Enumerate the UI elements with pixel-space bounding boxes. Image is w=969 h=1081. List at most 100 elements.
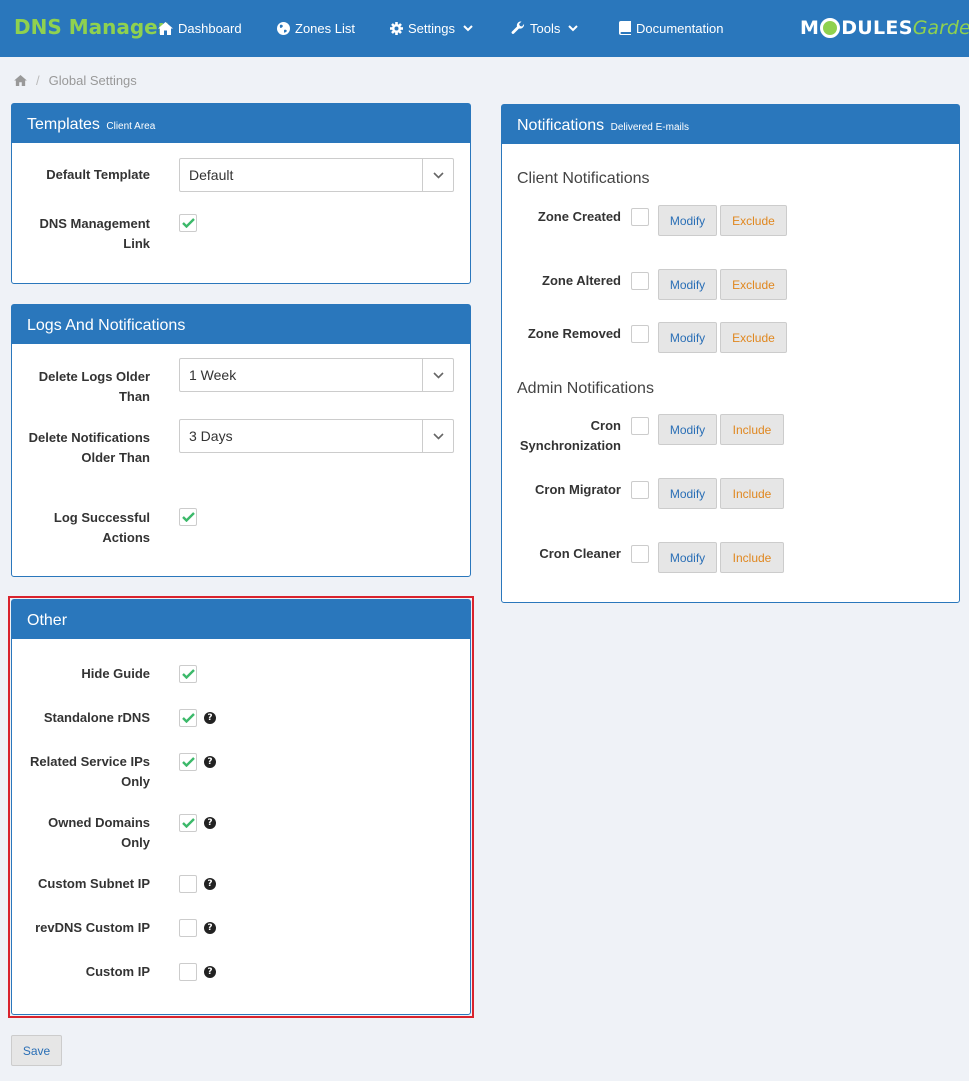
logs-panel-heading: Logs And Notifications xyxy=(12,305,470,344)
dns-management-link-checkbox[interactable] xyxy=(179,214,197,232)
notification-checkbox[interactable] xyxy=(631,545,649,563)
nav-settings-label: Settings xyxy=(408,20,455,36)
question-circle-icon[interactable]: ? xyxy=(204,712,216,724)
chevron-down-icon xyxy=(422,420,453,452)
other-panel: Other Hide Guide Standalone rDNS? Related … xyxy=(11,599,471,1015)
chevron-down-icon xyxy=(568,24,579,31)
notification-checkbox[interactable] xyxy=(631,481,649,499)
nav-settings[interactable]: Settings xyxy=(390,19,473,37)
modulesgarden-logo: MDULESGarden xyxy=(800,17,969,39)
modify-button[interactable]: Modify xyxy=(658,322,717,353)
nav-zones-list[interactable]: Zones List xyxy=(277,19,355,37)
logs-panel: Logs And Notifications Delete Logs Older… xyxy=(11,304,471,577)
other-option-label: revDNS Custom IP xyxy=(35,920,150,935)
include-button[interactable]: Include xyxy=(720,542,784,573)
save-button[interactable]: Save xyxy=(11,1035,62,1066)
exclude-button[interactable]: Exclude xyxy=(720,269,787,300)
breadcrumb-current: Global Settings xyxy=(48,73,137,88)
nav-tools-label: Tools xyxy=(530,20,561,36)
notifications-subtitle: Delivered E-mails xyxy=(610,122,689,133)
nav-zones-label: Zones List xyxy=(295,20,355,36)
other-option-checkbox[interactable] xyxy=(179,665,197,683)
notification-label: Zone Altered xyxy=(542,273,621,288)
other-option-checkbox[interactable] xyxy=(179,875,197,893)
breadcrumb: / Global Settings xyxy=(14,73,137,88)
question-circle-icon[interactable]: ? xyxy=(204,817,216,829)
templates-panel-heading: Templates Client Area xyxy=(12,104,470,143)
chevron-down-icon xyxy=(422,359,453,391)
checkmark-icon xyxy=(182,713,195,723)
chevron-down-icon xyxy=(463,24,473,31)
exclude-button[interactable]: Exclude xyxy=(720,205,787,236)
logs-title: Logs And Notifications xyxy=(27,317,186,334)
question-circle-icon[interactable]: ? xyxy=(204,878,216,890)
modify-button[interactable]: Modify xyxy=(658,205,717,236)
nav-documentation[interactable]: Documentation xyxy=(619,19,723,37)
notification-label: Cron Synchronization xyxy=(519,418,621,453)
home-icon xyxy=(158,21,173,35)
other-title: Other xyxy=(27,612,68,629)
other-option-label: Owned Domains Only xyxy=(48,815,150,850)
checkmark-icon xyxy=(182,512,195,522)
other-panel-heading: Other xyxy=(12,600,470,639)
delete-logs-select[interactable]: 1 Week xyxy=(179,358,454,392)
wrench-icon xyxy=(511,21,525,34)
gear-icon xyxy=(390,21,403,35)
checkmark-icon xyxy=(182,757,195,767)
notification-label: Cron Migrator xyxy=(535,482,621,497)
templates-subtitle: Client Area xyxy=(106,121,156,132)
other-option-checkbox[interactable] xyxy=(179,963,197,981)
home-icon[interactable] xyxy=(14,75,27,86)
question-circle-icon[interactable]: ? xyxy=(204,966,216,978)
other-option-label: Related Service IPs Only xyxy=(30,754,150,789)
templates-panel: Templates Client Area Default Template D… xyxy=(11,103,471,284)
checkmark-icon xyxy=(182,669,195,679)
brand-title[interactable]: DNS Manager xyxy=(14,15,168,39)
other-option-checkbox[interactable] xyxy=(179,753,197,771)
globe-icon xyxy=(277,21,290,35)
other-option-label: Custom IP xyxy=(85,964,150,979)
notifications-panel-heading: Notifications Delivered E-mails xyxy=(502,105,959,144)
modify-button[interactable]: Modify xyxy=(658,414,717,445)
other-option-checkbox[interactable] xyxy=(179,919,197,937)
admin-notifications-title: Admin Notifications xyxy=(517,380,654,397)
delete-notifications-label: Delete Notifications Older Than xyxy=(28,430,150,465)
delete-logs-value: 1 Week xyxy=(189,367,237,383)
delete-notifications-value: 3 Days xyxy=(189,428,233,444)
exclude-button[interactable]: Exclude xyxy=(720,322,787,353)
notifications-title: Notifications xyxy=(517,117,605,134)
dns-management-link-label: DNS Management Link xyxy=(39,216,150,251)
default-template-label: Default Template xyxy=(46,167,150,182)
book-icon xyxy=(619,21,631,35)
nav-dashboard-label: Dashboard xyxy=(178,20,242,36)
other-option-label: Standalone rDNS xyxy=(43,710,150,725)
log-successful-actions-label: Log Successful Actions xyxy=(53,510,150,545)
notification-label: Zone Removed xyxy=(527,326,621,341)
checkmark-icon xyxy=(182,218,195,228)
nav-documentation-label: Documentation xyxy=(636,20,724,36)
default-template-value: Default xyxy=(189,167,234,183)
notification-checkbox[interactable] xyxy=(631,325,649,343)
question-circle-icon[interactable]: ? xyxy=(204,756,216,768)
logo-globe-icon xyxy=(820,18,841,38)
modify-button[interactable]: Modify xyxy=(658,478,717,509)
nav-tools[interactable]: Tools xyxy=(511,19,579,37)
checkmark-icon xyxy=(182,818,195,828)
delete-logs-label: Delete Logs Older Than xyxy=(38,369,150,404)
notification-checkbox[interactable] xyxy=(631,272,649,290)
other-option-checkbox[interactable] xyxy=(179,709,197,727)
other-option-label: Custom Subnet IP xyxy=(38,876,150,891)
other-option-checkbox[interactable] xyxy=(179,814,197,832)
notification-checkbox[interactable] xyxy=(631,208,649,226)
log-successful-actions-checkbox[interactable] xyxy=(179,508,197,526)
notification-checkbox[interactable] xyxy=(631,417,649,435)
default-template-select[interactable]: Default xyxy=(179,158,454,192)
notification-label: Cron Cleaner xyxy=(539,546,621,561)
modify-button[interactable]: Modify xyxy=(658,269,717,300)
nav-dashboard[interactable]: Dashboard xyxy=(158,19,242,37)
include-button[interactable]: Include xyxy=(720,414,784,445)
delete-notifications-select[interactable]: 3 Days xyxy=(179,419,454,453)
include-button[interactable]: Include xyxy=(720,478,784,509)
modify-button[interactable]: Modify xyxy=(658,542,717,573)
question-circle-icon[interactable]: ? xyxy=(204,922,216,934)
